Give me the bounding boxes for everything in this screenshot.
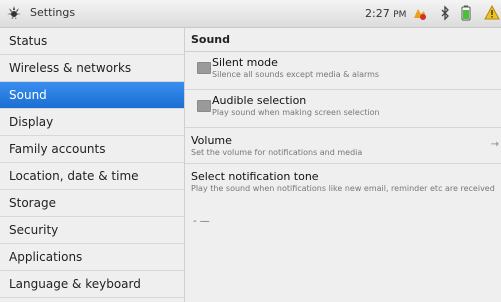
sidebar-item-status[interactable]: Status <box>0 28 184 55</box>
clock-ampm: PM <box>393 10 407 20</box>
arrow-right-icon: → <box>490 139 499 150</box>
sidebar-item-applications[interactable]: Applications <box>0 244 184 271</box>
audible-selection-checkbox[interactable] <box>197 100 211 112</box>
sound-settings-panel: Sound Silent mode Silence all sounds exc… <box>185 28 501 302</box>
sidebar-item-security[interactable]: Security <box>0 217 184 244</box>
usb-debugging-icon[interactable] <box>412 5 428 21</box>
audible-selection-pref[interactable]: Audible selection Play sound when making… <box>185 90 501 128</box>
sidebar-item-location-date-time[interactable]: Location, date & time <box>0 163 184 190</box>
dash-text: - — <box>193 216 210 227</box>
bluetooth-icon <box>441 5 449 21</box>
warning-icon[interactable] <box>484 5 500 21</box>
settings-sidebar: Status Wireless & networks Sound Display… <box>0 28 185 302</box>
sidebar-item-sound[interactable]: Sound <box>0 82 184 109</box>
audible-selection-title: Audible selection <box>212 94 307 107</box>
notification-tone-pref[interactable]: Select notification tone Play the sound … <box>185 164 501 199</box>
silent-mode-summary: Silence all sounds except media & alarms <box>212 70 380 79</box>
settings-app-icon <box>7 6 21 19</box>
audible-selection-summary: Play sound when making screen selection <box>212 108 380 117</box>
silent-mode-title: Silent mode <box>212 56 278 69</box>
volume-title: Volume <box>191 134 232 147</box>
sidebar-item-wireless-networks[interactable]: Wireless & networks <box>0 55 184 82</box>
sidebar-item-storage[interactable]: Storage <box>0 190 184 217</box>
sidebar-item-display[interactable]: Display <box>0 109 184 136</box>
clock-time: 2:27 <box>365 7 390 20</box>
volume-pref[interactable]: Volume Set the volume for notifications … <box>185 128 501 164</box>
sidebar-item-family-accounts[interactable]: Family accounts <box>0 136 184 163</box>
battery-icon <box>461 5 471 21</box>
notification-tone-summary: Play the sound when notifications like n… <box>191 184 495 193</box>
section-title: Sound <box>185 28 501 52</box>
volume-summary: Set the volume for notifications and med… <box>191 148 363 157</box>
notification-tone-title: Select notification tone <box>191 170 319 183</box>
status-bar-title: Settings <box>30 6 76 19</box>
clock: 2:27 PM <box>365 7 406 20</box>
silent-mode-pref[interactable]: Silent mode Silence all sounds except me… <box>185 52 501 90</box>
silent-mode-checkbox[interactable] <box>197 62 211 74</box>
status-bar: Settings 2:27 PM <box>0 0 501 28</box>
sidebar-item-language-keyboard[interactable]: Language & keyboard <box>0 271 184 298</box>
